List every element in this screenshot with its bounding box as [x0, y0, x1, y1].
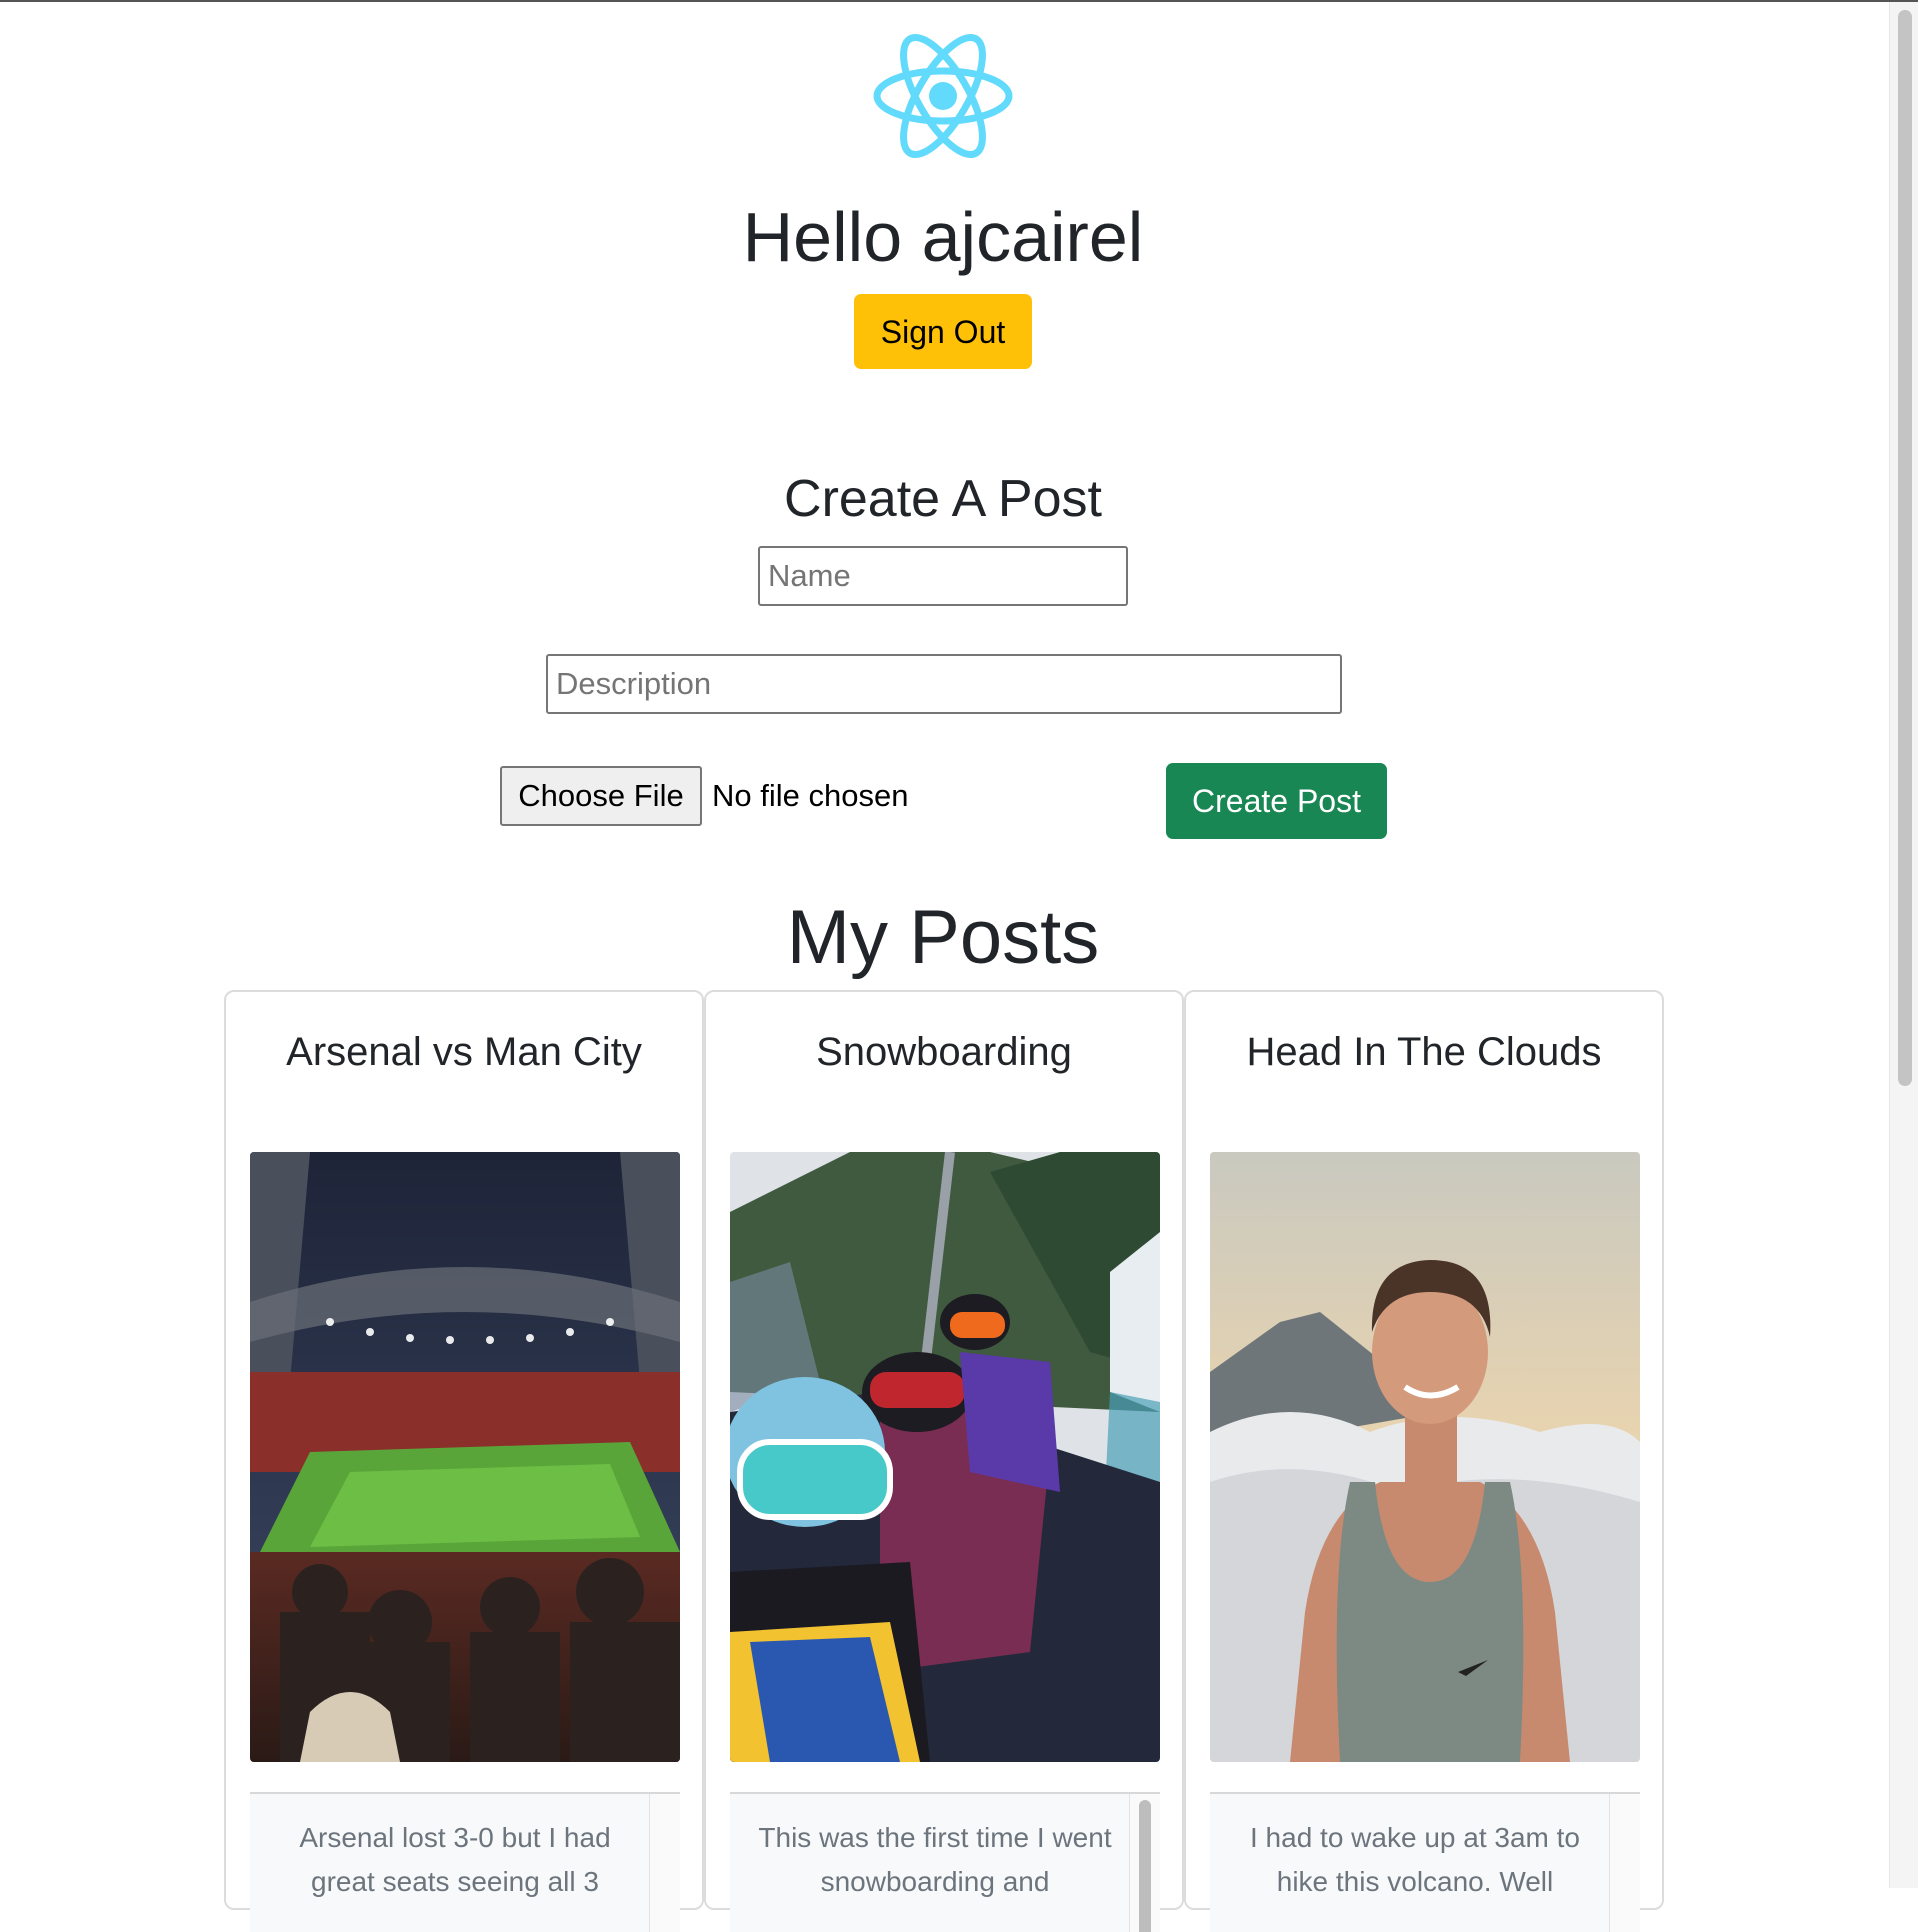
description-scrollbar[interactable] [649, 1794, 680, 1932]
posts-grid: Arsenal vs Man City Arsenal lost 3-0 but… [224, 990, 1664, 1932]
post-description-box: Arsenal lost 3-0 but I had great seats s… [250, 1792, 680, 1932]
post-description: This was the first time I went snowboard… [758, 1822, 1112, 1897]
post-description-box: I had to wake up at 3am to hike this vol… [1210, 1792, 1640, 1932]
post-card: Head In The Clouds I had to wake up at 3… [1184, 990, 1664, 1932]
description-scrollbar[interactable] [1609, 1794, 1640, 1932]
post-title: Head In The Clouds [1246, 1030, 1602, 1074]
page-scroll-thumb[interactable] [1898, 10, 1912, 1086]
volcano-portrait-photo [1210, 1152, 1640, 1762]
my-posts-heading: My Posts [786, 895, 1100, 980]
file-picker: Choose File No file chosen [500, 766, 908, 826]
page-scrollbar[interactable] [1889, 2, 1918, 1888]
create-post-button[interactable]: Create Post [1166, 763, 1387, 839]
post-card: Snowboarding This was the first time I w… [704, 990, 1184, 1932]
ski-lift-photo [730, 1152, 1160, 1762]
post-description: Arsenal lost 3-0 but I had great seats s… [299, 1822, 611, 1897]
description-scrollbar[interactable] [1129, 1794, 1160, 1932]
file-status-text: No file chosen [712, 778, 909, 813]
page: Hello ajcairel Sign Out Create A Post Ch… [0, 0, 1890, 1932]
post-description: I had to wake up at 3am to hike this vol… [1250, 1822, 1580, 1897]
post-title: Arsenal vs Man City [286, 1030, 642, 1074]
react-logo-icon [873, 33, 1013, 159]
greeting-heading: Hello ajcairel [742, 198, 1144, 276]
choose-file-button[interactable]: Choose File [500, 766, 702, 826]
post-description-input[interactable] [546, 654, 1342, 714]
create-post-heading: Create A Post [784, 470, 1102, 528]
post-name-input[interactable] [758, 546, 1128, 606]
post-title: Snowboarding [816, 1030, 1072, 1074]
post-description-box: This was the first time I went snowboard… [730, 1792, 1160, 1932]
post-card: Arsenal vs Man City Arsenal lost 3-0 but… [224, 990, 704, 1932]
sign-out-button[interactable]: Sign Out [854, 294, 1032, 369]
stadium-photo [250, 1152, 680, 1762]
description-scroll-thumb[interactable] [1139, 1800, 1151, 1932]
